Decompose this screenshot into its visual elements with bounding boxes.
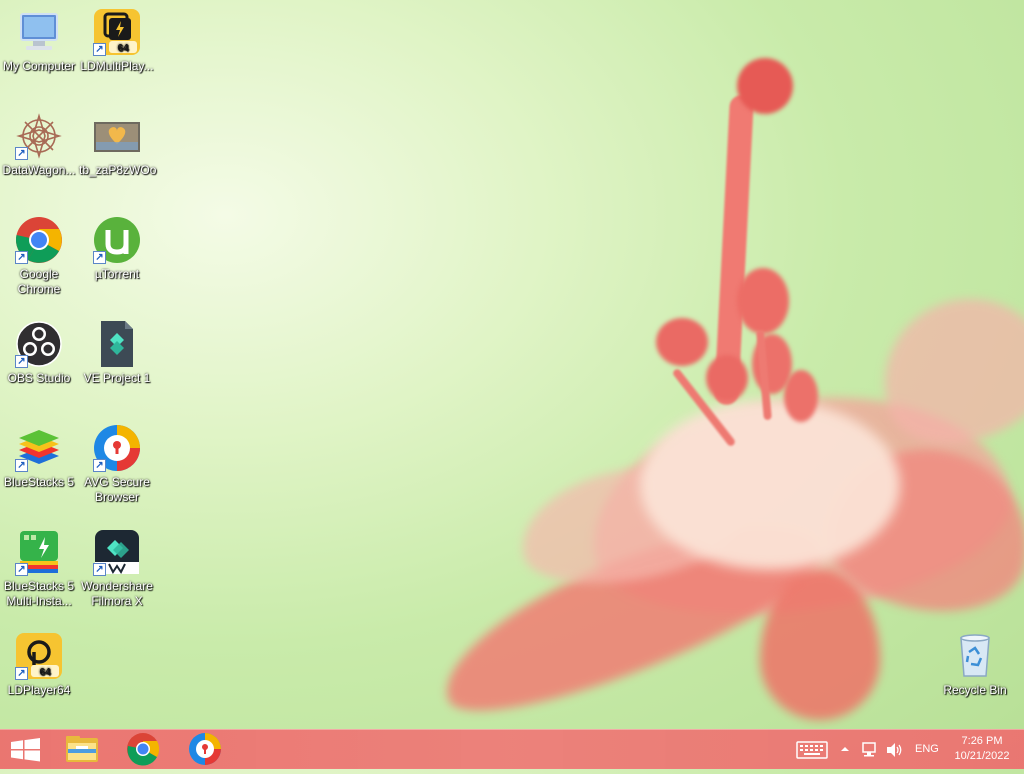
image-thumbnail-icon (93, 112, 141, 160)
start-button[interactable] (0, 730, 56, 769)
desktop-icon-google-chrome[interactable]: ↗ Google Chrome (0, 216, 78, 297)
desktop-icon-ldplayer64[interactable]: 64 ↗ LDPlayer64 (0, 632, 78, 698)
speaker-icon (887, 743, 902, 757)
datawagon-icon: ↗ (15, 112, 63, 160)
desktop-icon-image-file[interactable]: tb_zaP8zWOo (78, 112, 156, 178)
desktop-icon-label: tb_zaP8zWOo (79, 163, 157, 177)
desktop-icon-datawagon[interactable]: ↗ DataWagon... (0, 112, 78, 178)
filmora-icon: ↗ (93, 528, 141, 576)
desktop-icon-bluestacks-multi-instance[interactable]: ↗ BlueStacks 5 Multi-Insta... (0, 528, 78, 609)
network-icon (862, 742, 876, 757)
desktop-icon-label: My Computer (2, 59, 76, 73)
keyboard-icon (796, 741, 828, 759)
shortcut-arrow-icon: ↗ (93, 251, 106, 264)
ldmultiplayer-badge: 64 (117, 43, 129, 54)
touch-keyboard-button[interactable] (796, 740, 828, 760)
avg-browser-icon (189, 733, 221, 765)
desktop-icon-bluestacks-5[interactable]: ↗ BlueStacks 5 (0, 424, 78, 490)
bluestacks-multi-instance-icon: ↗ (15, 528, 63, 576)
desktop-icon-label: BlueStacks 5 (3, 475, 75, 489)
desktop-icon-label: Recycle Bin (943, 683, 1007, 697)
volume-control[interactable] (884, 740, 904, 760)
obs-icon: ↗ (15, 320, 63, 368)
shortcut-arrow-icon: ↗ (15, 459, 28, 472)
shortcut-arrow-icon: ↗ (15, 147, 28, 160)
desktop-icon-label: AVG Secure Browser (84, 475, 150, 504)
desktop-icon-obs-studio[interactable]: ↗ OBS Studio (0, 320, 78, 386)
windows-logo-icon (11, 738, 40, 762)
chevron-up-icon (841, 747, 849, 751)
desktop-icon-label: VE Project 1 (83, 371, 151, 385)
clock-date: 10/21/2022 (954, 750, 1010, 762)
recycle-bin-icon (951, 632, 999, 680)
desktop-icon-utorrent[interactable]: ↗ µTorrent (78, 216, 156, 282)
avg-browser-icon: ↗ (93, 424, 141, 472)
desktop-icon-label: Wondershare Filmora X (81, 579, 153, 608)
taskbar-avg-browser[interactable] (177, 730, 233, 769)
chrome-icon (127, 733, 160, 766)
shortcut-arrow-icon: ↗ (15, 563, 28, 576)
ldplayer-icon: 64 ↗ (15, 632, 63, 680)
clock-time: 7:26 PM (961, 735, 1003, 747)
desktop-icon-label: LDMultiPlay... (80, 59, 154, 73)
shortcut-arrow-icon: ↗ (93, 43, 106, 56)
desktop-icon-my-computer[interactable]: My Computer (0, 8, 78, 74)
desktop-icon-avg-secure-browser[interactable]: ↗ AVG Secure Browser (78, 424, 156, 505)
desktop-icon-recycle-bin[interactable]: Recycle Bin (936, 632, 1014, 698)
desktop-icon-label: µTorrent (94, 267, 140, 281)
desktop-icon-label: BlueStacks 5 Multi-Insta... (3, 579, 75, 608)
desktop-icon-wondershare-filmora[interactable]: ↗ Wondershare Filmora X (78, 528, 156, 609)
desktop-icon-ldmultiplayer[interactable]: 64 ↗ LDMultiPlay... (78, 8, 156, 74)
desktop-icon-label: DataWagon... (2, 163, 76, 177)
network-status[interactable] (860, 740, 880, 760)
utorrent-icon: ↗ (93, 216, 141, 264)
ldplayer-badge: 64 (39, 667, 51, 678)
shortcut-arrow-icon: ↗ (15, 251, 28, 264)
shortcut-arrow-icon: ↗ (15, 355, 28, 368)
input-language-indicator[interactable]: ENG (915, 743, 939, 755)
taskbar-file-explorer[interactable] (56, 730, 112, 769)
show-hidden-icons-button[interactable] (838, 742, 852, 756)
desktop-icon-ve-project[interactable]: VE Project 1 (78, 320, 156, 386)
shortcut-arrow-icon: ↗ (93, 459, 106, 472)
clock[interactable]: 7:26 PM 10/21/2022 (946, 734, 1018, 764)
ldmultiplayer-icon: 64 ↗ (93, 8, 141, 56)
taskbar-chrome[interactable] (115, 730, 171, 769)
chrome-icon: ↗ (15, 216, 63, 264)
desktop-icon-label: LDPlayer64 (7, 683, 71, 697)
file-explorer-icon (66, 736, 98, 762)
desktop-icon-label: Google Chrome (17, 267, 61, 296)
shortcut-arrow-icon: ↗ (93, 563, 106, 576)
bluestacks-icon: ↗ (15, 424, 63, 472)
computer-icon (15, 8, 63, 56)
shortcut-arrow-icon: ↗ (15, 667, 28, 680)
desktop-icon-label: OBS Studio (7, 371, 71, 385)
taskbar: ENG 7:26 PM 10/21/2022 (0, 729, 1024, 769)
filmora-project-file-icon (93, 320, 141, 368)
